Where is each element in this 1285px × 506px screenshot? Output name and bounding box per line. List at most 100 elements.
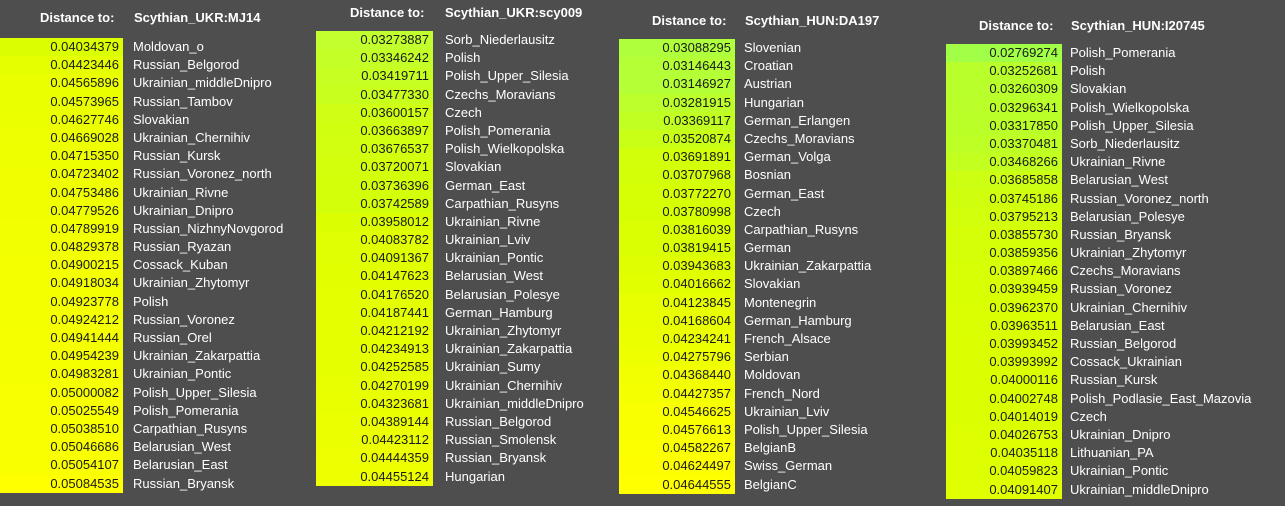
population-name: French_Alsace [744,331,831,346]
distance-value-cell: 0.03745186 [946,189,1062,208]
table-row: 0.02769274 Polish_Pomerania [946,44,1281,63]
distance-value-cell: 0.04252585 [316,358,433,377]
table-row: 0.04954239 Ukrainian_Zakarpattia [0,347,310,366]
population-name: Ukrainian_Dnipro [133,202,234,218]
distance-value-cell: 0.03962370 [946,298,1062,317]
table-row: 0.03468266 Ukrainian_Rivne [946,153,1281,172]
distance-value-cell: 0.04455124 [316,467,433,486]
population-name: Belarusian_East [133,457,228,473]
population-name: Russian_Belgorod [133,57,240,73]
distance-value-cell: 0.03370481 [946,134,1062,154]
distance-value-cell: 0.05046686 [0,438,123,457]
rows-container: 0.02769274 Polish_Pomerania 0.03252681 Poli… [946,44,1281,499]
table-row: 0.03663897 Polish_Pomerania [316,121,616,141]
distance-value-cell: 0.04002748 [946,389,1062,408]
distance-value-cell: 0.03369117 [619,111,735,130]
population-name: Ukrainian_middleDnipro [133,75,272,91]
population-name: Polish [445,50,481,66]
population-name: Belarusian_Polesye [445,286,560,302]
table-row: 0.03477330 Czechs_Moravians [316,85,616,104]
distance-value-cell: 0.03742589 [316,194,433,213]
distance-value-cell: 0.04389144 [316,412,433,432]
population-name: Slovakian [133,111,190,127]
distance-value-cell: 0.03685858 [946,171,1062,190]
population-name: Sorb_Niederlausitz [445,32,555,47]
table-row: 0.04455124 Hungarian [316,467,616,486]
table-row: 0.04002748 Polish_Podlasie_East_Mazovia [946,389,1281,408]
population-name: Lithuanian_PA [1070,445,1154,461]
table-row: 0.03369117 German_Erlangen [619,111,929,130]
table-row: 0.04789919 Russian_NizhnyNovgorod [0,219,310,239]
population-name: Ukrainian_Rivne [445,213,541,229]
distance-value-cell: 0.03317850 [946,116,1062,135]
table-header: Distance to: Scythian_UKR:MJ14 [0,10,310,30]
table-row: 0.04669028 Ukrainian_Chernihiv [0,128,310,148]
population-name: Polish_Podlasie_East_Mazovia [1070,390,1252,406]
distance-value-cell: 0.04275796 [619,348,735,367]
population-name: Ukrainian_Lviv [744,403,830,419]
population-name: Ukrainian_Rivne [133,184,229,200]
table-header: Distance to: Scythian_HUN:I20745 [946,18,1281,38]
distance-value-cell: 0.04083782 [316,231,433,250]
target-sample-name: Scythian_UKR:MJ14 [134,10,261,25]
distance-value-cell: 0.03146927 [619,75,735,94]
population-name: BelgianB [744,440,797,456]
population-name: Hungarian [744,94,804,110]
table-row: 0.04900215 Cossack_Kuban [0,256,310,275]
population-name: Polish_Upper_Silesia [744,421,868,437]
table-row: 0.04829378 Russian_Ryazan [0,238,310,257]
population-name: Hungarian [445,468,505,484]
table-row: 0.03676537 Polish_Wielkopolska [316,140,616,159]
population-name: BelgianC [744,476,797,492]
distance-value-cell: 0.04918034 [0,274,123,293]
distance-value-cell: 0.03993452 [946,335,1062,354]
distance-value-cell: 0.03939459 [946,280,1062,299]
population-name: German [744,240,791,256]
table-row: 0.04016662 Slovakian [619,275,929,294]
population-name: Ukrainian_Zakarpattia [445,341,573,357]
distance-value-cell: 0.03897466 [946,262,1062,281]
distance-value-cell: 0.04900215 [0,256,123,275]
table-row: 0.04270199 Ukrainian_Chernihiv [316,376,616,395]
distance-value-cell: 0.03963511 [946,316,1062,335]
table-row: 0.04252585 Ukrainian_Sumy [316,358,616,377]
distance-to-label: Distance to: [652,13,727,28]
table-row: 0.04715350 Russian_Kursk [0,147,310,166]
distance-value-cell: 0.04753486 [0,183,123,202]
distance-value-cell: 0.04627746 [0,110,123,129]
distance-value-cell: 0.03736396 [316,176,433,195]
distance-value-cell: 0.04059823 [946,462,1062,481]
distance-value-cell: 0.03600157 [316,103,433,122]
population-name: Serbian [744,349,789,365]
table-row: 0.04389144 Russian_Belgorod [316,412,616,432]
table-row: 0.03146443 Croatian [619,57,929,76]
table-row: 0.03993452 Russian_Belgorod [946,335,1281,354]
table-row: 0.04187441 German_Hamburg [316,303,616,322]
table-row: 0.03795213 Belarusian_Polesye [946,207,1281,226]
table-row: 0.04918034 Ukrainian_Zhytomyr [0,274,310,293]
distance-value-cell: 0.03146443 [619,57,735,76]
table-row: 0.03993992 Cossack_Ukrainian [946,353,1281,372]
distance-value-cell: 0.04212192 [316,322,433,341]
table-row: 0.04275796 Serbian [619,348,929,367]
table-row: 0.04576613 Polish_Upper_Silesia [619,420,929,440]
population-name: Moldovan_o [133,39,204,54]
population-name: German_Hamburg [744,312,852,328]
table-row: 0.04035118 Lithuanian_PA [946,444,1281,463]
population-name: German_East [744,185,825,201]
population-name: Russian_Kursk [1070,372,1158,388]
table-row: 0.03720071 Slovakian [316,158,616,177]
table-row: 0.04627746 Slovakian [0,110,310,129]
population-name: Belarusian_East [1070,317,1165,333]
table-header: Distance to: Scythian_UKR:scy009 [316,5,616,25]
distance-value-cell: 0.03819415 [619,239,735,258]
distance-value-cell: 0.03958012 [316,212,433,232]
target-sample-name: Scythian_UKR:scy009 [445,5,583,20]
distance-value-cell: 0.04014019 [946,407,1062,426]
population-name: Austrian [744,76,792,92]
population-name: Polish_Wielkopolska [445,141,565,157]
table-row: 0.04923778 Polish [0,292,310,311]
table-row: 0.04234913 Ukrainian_Zakarpattia [316,340,616,359]
distance-value-cell: 0.04715350 [0,147,123,166]
distance-value-cell: 0.05054107 [0,456,123,475]
